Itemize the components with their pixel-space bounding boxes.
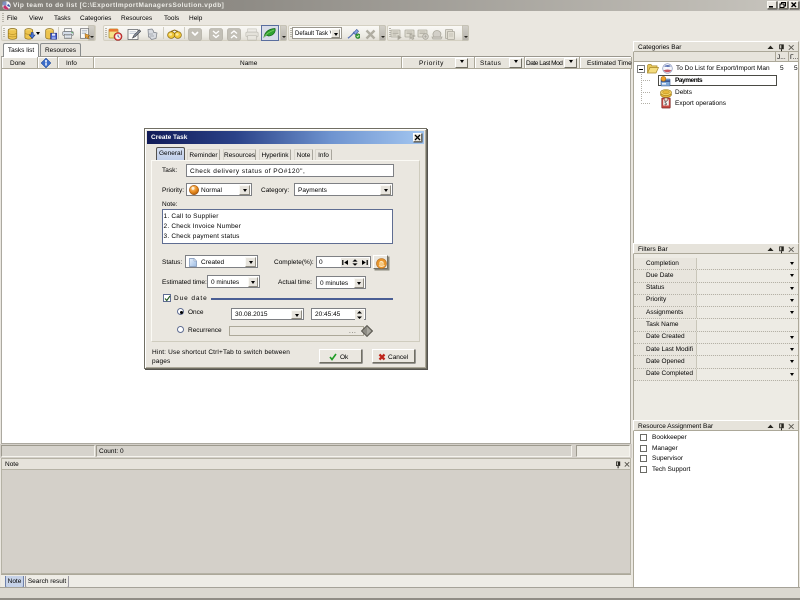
svg-text:$: $ <box>664 101 667 107</box>
